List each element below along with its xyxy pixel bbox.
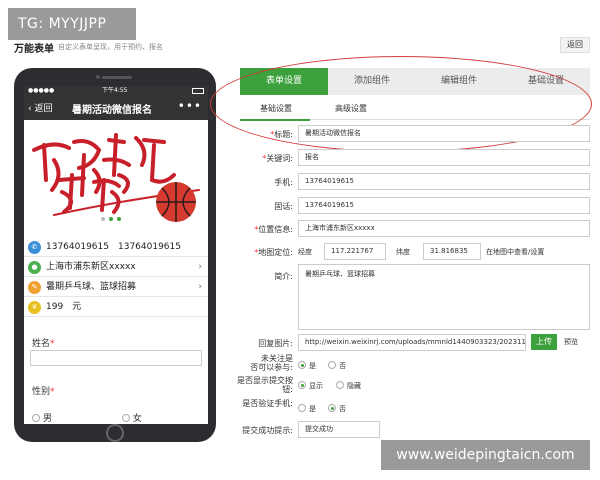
submit-button-question-label: 是否显示提交按 钮:	[237, 376, 293, 394]
info-activity-text: 暑期乒乓球、篮球招募	[46, 282, 137, 292]
latitude-label: 纬度	[396, 248, 410, 256]
show-submit-option[interactable]: 显示	[298, 381, 323, 391]
hide-submit-option[interactable]: 隐藏	[336, 381, 361, 391]
status-bar: ●●●●● 下午4:55	[24, 86, 208, 96]
keyword-input[interactable]: 报名	[298, 149, 590, 166]
phone-speaker	[102, 76, 132, 79]
landline-input[interactable]: 13764019615	[298, 197, 590, 214]
radio-verify-no[interactable]	[328, 404, 336, 412]
status-time: 下午4:55	[102, 87, 128, 94]
radio-male[interactable]	[32, 414, 40, 422]
chevron-right-icon: ›	[198, 262, 202, 272]
info-row-price[interactable]: ¥ 199 元	[24, 298, 208, 317]
radio-follow-no[interactable]	[328, 361, 336, 369]
success-message-label: 提交成功提示:	[242, 426, 293, 435]
gender-male-option[interactable]: 男	[32, 414, 52, 424]
follow-yes-option[interactable]: 是	[298, 361, 316, 371]
gender-label: 性别*	[32, 387, 55, 397]
upload-button[interactable]: 上传	[531, 334, 557, 350]
location-input[interactable]: 上海市浦东新区xxxxx	[298, 220, 590, 237]
carousel-dot[interactable]	[117, 217, 121, 221]
longitude-input[interactable]: 117.221767	[324, 243, 386, 260]
radio-hide[interactable]	[336, 381, 344, 389]
page-subtitle: 自定义表单呈现，用于预约、报名	[58, 43, 163, 51]
nav-back-button[interactable]: ‹ 返回	[28, 101, 52, 114]
info-row-location[interactable]: ● 上海市浦东新区xxxxx ›	[24, 258, 208, 277]
follow-no-option[interactable]: 否	[328, 361, 346, 371]
info-row-activity[interactable]: ✎ 暑期乒乓球、篮球招募 ›	[24, 278, 208, 297]
nav-bar: ‹ 返回 暑期活动微信报名 •••	[24, 96, 208, 120]
latitude-input[interactable]: 31.816835	[423, 243, 481, 260]
carousel-dots[interactable]	[101, 214, 125, 224]
reply-image-label: 回复图片:	[258, 339, 293, 348]
location-icon: ●	[28, 261, 41, 274]
radio-female[interactable]	[121, 414, 130, 422]
name-label: 姓名*	[32, 339, 55, 349]
radio-verify-yes[interactable]	[298, 404, 306, 412]
intro-label: 简介:	[274, 272, 293, 281]
chevron-right-icon: ›	[198, 282, 202, 292]
map-view-link[interactable]: 在地图中查看/设置	[486, 247, 544, 257]
intro-textarea[interactable]: 暑期乒乓球、篮球招募	[298, 264, 590, 330]
reply-image-input[interactable]: http://weixin.weixinrj.com/uploads/mmnld…	[298, 334, 526, 351]
radio-follow-yes[interactable]	[298, 361, 306, 369]
watermark-top-left: TG: MYYJJPP	[8, 8, 136, 40]
title-input[interactable]: 暑期活动微信报名	[298, 125, 590, 142]
phone-home-button	[106, 424, 124, 442]
verify-no-option[interactable]: 否	[328, 404, 346, 414]
info-row-phone[interactable]: ✆ 13764019615 13764019615	[24, 238, 208, 257]
title-label: *标题:	[270, 130, 293, 139]
back-button[interactable]: 返回	[560, 37, 590, 53]
verify-phone-label: 是否验证手机:	[242, 399, 293, 408]
nav-back-label: 返回	[34, 104, 53, 114]
battery-icon	[192, 88, 204, 94]
info-phone-text: 13764019615 13764019615	[46, 242, 181, 252]
mobile-input[interactable]: 13764019615	[298, 173, 590, 190]
phone-screen: ●●●●● 下午4:55 ‹ 返回 暑期活动微信报名 ••• ✆ 1376401…	[24, 86, 208, 424]
banner-image	[24, 120, 208, 230]
nav-title: 暑期活动微信报名	[72, 105, 152, 116]
gender-radio-group: 男 女	[32, 411, 142, 424]
longitude-label: 经度	[298, 248, 312, 256]
signal-icon: ●●●●●	[28, 87, 55, 94]
carousel-dot-active[interactable]	[109, 217, 113, 221]
info-price-text: 199 元	[46, 302, 82, 312]
yen-icon: ¥	[28, 301, 41, 314]
carousel-dot[interactable]	[101, 217, 105, 221]
watermark-bottom-right: www.weidepingtaicn.com	[381, 440, 590, 470]
pencil-icon: ✎	[28, 281, 41, 294]
landline-label: 固话:	[274, 202, 293, 211]
info-location-text: 上海市浦东新区xxxxx	[46, 262, 136, 272]
mobile-label: 手机:	[274, 178, 293, 187]
name-input[interactable]	[30, 350, 202, 366]
preview-link[interactable]: 预览	[564, 337, 578, 347]
phone-camera	[96, 75, 100, 79]
success-message-input[interactable]: 提交成功	[298, 421, 380, 438]
phone-icon: ✆	[28, 241, 41, 254]
verify-yes-option[interactable]: 是	[298, 404, 316, 414]
location-label: *位置信息:	[254, 225, 293, 234]
follow-question-label: 未关注是 否可以参与:	[250, 354, 293, 372]
gender-female-option[interactable]: 女	[121, 414, 142, 424]
radio-show[interactable]	[298, 381, 306, 389]
more-icon[interactable]: •••	[178, 99, 202, 113]
map-label: *地图定位:	[254, 248, 293, 257]
keyword-label: *关键词:	[262, 154, 293, 163]
page-title: 万能表单	[14, 44, 54, 55]
